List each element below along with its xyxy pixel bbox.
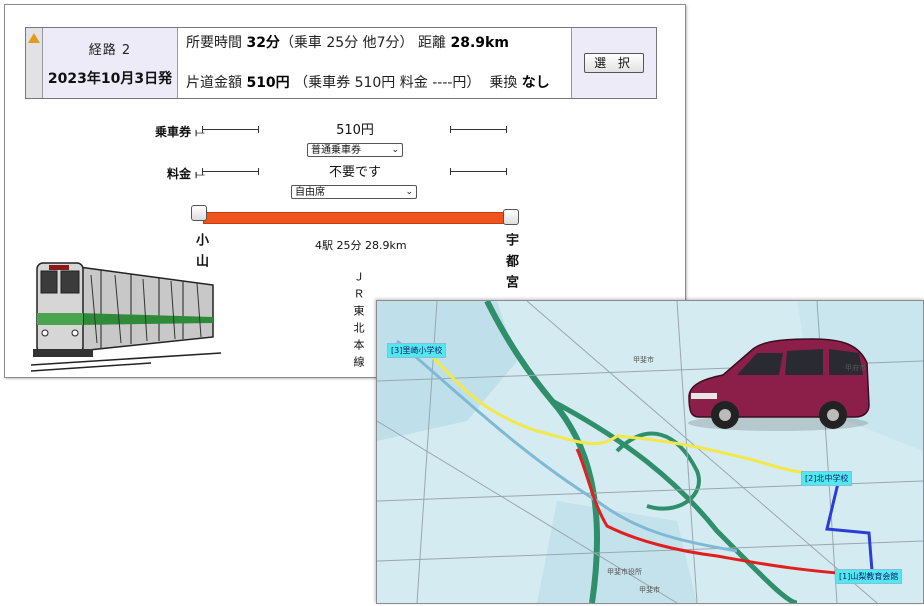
route-fare-line: 片道金額 510円 （乗車券 510円 料金 ----円） 乗換 なし bbox=[186, 72, 550, 92]
route-time-line: 所要時間 32分（乗車 25分 他7分） 距離 28.9km bbox=[186, 32, 509, 52]
transfer-prefix: 乗換 bbox=[489, 75, 518, 91]
ticket-type-select[interactable]: 普通乗車券 ⌄ bbox=[307, 143, 403, 157]
town-label: 甲斐市 bbox=[639, 586, 660, 594]
map-label-hall[interactable]: [1]山梨教育会館 bbox=[835, 569, 903, 584]
ticket-line-right bbox=[450, 126, 507, 133]
route-header: 経路 2 2023年10月3日発 所要時間 32分（乗車 25分 他7分） 距離… bbox=[25, 27, 657, 99]
select-cell: 選 択 bbox=[571, 28, 656, 98]
charge-line-right bbox=[450, 168, 507, 175]
fare-breakdown: （乗車券 510円 料金 ----円） bbox=[294, 75, 481, 91]
total-time: 32分 bbox=[246, 35, 280, 51]
town-label: 甲斐市 bbox=[633, 356, 654, 364]
destination-stop-marker bbox=[503, 209, 519, 225]
ticket-value: 510円 bbox=[336, 123, 374, 138]
fare: 510円 bbox=[246, 75, 290, 91]
seat-type-select[interactable]: 自由席 ⌄ bbox=[291, 185, 417, 199]
transfer-count: なし bbox=[521, 75, 550, 91]
charge-line-left bbox=[202, 168, 259, 175]
route-date: 2023年10月3日発 bbox=[47, 70, 173, 87]
select-button[interactable]: 選 択 bbox=[584, 53, 644, 73]
distance: 28.9km bbox=[450, 35, 509, 51]
distance-prefix: 距離 bbox=[418, 35, 447, 51]
line-name[interactable]: ＪＲ東北本線 bbox=[350, 271, 366, 373]
ticket-label: 乗車券 ⟝ bbox=[155, 125, 205, 139]
charge-value: 不要です bbox=[328, 165, 381, 180]
route-number: 経路 2 bbox=[88, 42, 132, 58]
origin-stop-marker bbox=[191, 205, 207, 221]
map-label-school1[interactable]: [3]里崎小学校 bbox=[387, 343, 447, 358]
town-label: 甲斐市役所 bbox=[607, 568, 642, 576]
town-label: 甲府市 bbox=[845, 364, 866, 372]
ticket-line-left bbox=[202, 126, 259, 133]
time-prefix: 所要時間 bbox=[186, 35, 242, 51]
triangle-up-icon bbox=[28, 33, 40, 43]
map-panel[interactable]: [3]里崎小学校 [2]北中学校 [1]山梨教育会館 甲斐市 甲府市 甲斐市役所… bbox=[376, 300, 924, 604]
train-illustration bbox=[31, 262, 221, 372]
van-illustration bbox=[688, 338, 870, 431]
collapse-toggle[interactable] bbox=[26, 28, 43, 98]
route-id-cell: 経路 2 2023年10月3日発 bbox=[43, 28, 178, 98]
map-label-school2[interactable]: [2]北中学校 bbox=[801, 471, 853, 486]
chevron-down-icon: ⌄ bbox=[405, 187, 413, 197]
chevron-down-icon: ⌄ bbox=[391, 145, 399, 155]
fare-prefix: 片道金額 bbox=[186, 75, 242, 91]
time-breakdown: （乗車 25分 他7分） bbox=[279, 35, 414, 51]
route-details: 所要時間 32分（乗車 25分 他7分） 距離 28.9km 片道金額 510円… bbox=[178, 28, 571, 98]
charge-label: 料金 ⟝ bbox=[167, 167, 205, 181]
route-track-bar bbox=[203, 212, 511, 224]
segment-summary: 4駅 25分 28.9km bbox=[315, 239, 407, 252]
destination-station[interactable]: 宇都宮 bbox=[501, 233, 520, 296]
